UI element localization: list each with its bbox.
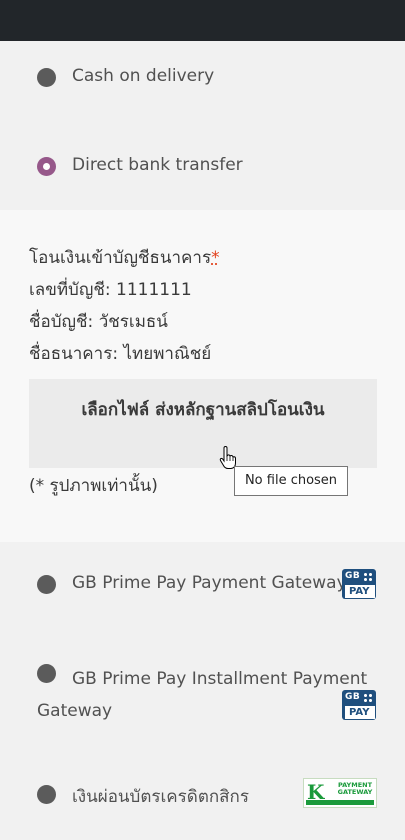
top-bar: [0, 0, 405, 41]
account-name: ชื่อบัญชี: วัชรเมธน์: [29, 312, 168, 332]
payment-method-label: GB Prime Pay Payment Gateway: [72, 573, 347, 593]
file-tooltip: No file chosen: [234, 466, 348, 496]
required-mark: *: [211, 248, 220, 268]
account-number: เลขที่บัญชี: 1111111: [29, 280, 192, 300]
radio-cod[interactable]: [37, 68, 56, 87]
payment-method-label: Cash on delivery: [72, 66, 215, 86]
bank-name: ชื่อธนาคาร: ไทยพาณิชย์: [29, 344, 212, 364]
kbank-payment-gateway-icon: K PAYMENT GATEWAY: [303, 778, 377, 808]
radio-bacs[interactable]: [37, 157, 56, 176]
image-only-note: (* รูปภาพเท่านั้น): [29, 476, 158, 496]
transfer-title: โอนเงินเข้าบัญชีธนาคาร*: [29, 248, 220, 268]
payment-method-label: เงินผ่อนบัตรเครดิตกสิกร: [72, 787, 249, 807]
upload-slip-button[interactable]: เลือกไฟล์ ส่งหลักฐานสลิปโอนเงิน: [29, 379, 377, 468]
gb-prime-pay-icon: GB PAY: [342, 569, 376, 599]
radio-kbank-installment[interactable]: [37, 785, 56, 804]
radio-gbprimepay[interactable]: [37, 575, 56, 594]
payment-method-label: GB Prime Pay Installment Payment Gateway: [37, 669, 368, 721]
payment-method-label: Direct bank transfer: [72, 155, 243, 175]
gb-prime-pay-icon: GB PAY: [342, 690, 376, 720]
